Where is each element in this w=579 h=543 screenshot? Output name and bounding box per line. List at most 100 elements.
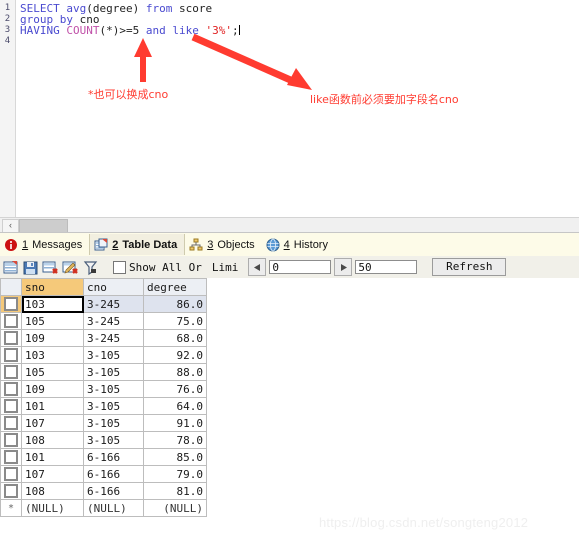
table-data-grid[interactable]: sno cno degree 103 3-245 86.0 105 3-245 75.0 1… [0, 278, 579, 543]
row-select-checkbox[interactable] [0, 482, 22, 500]
cell-sno[interactable]: 105 [21, 363, 84, 381]
cell-sno[interactable]: 107 [21, 414, 84, 432]
cell-cno[interactable]: 3-245 [83, 329, 144, 347]
table-body[interactable]: 103 3-245 86.0 105 3-245 75.0 109 3-245 68.0 103 3… [0, 295, 207, 517]
table-row[interactable]: 107 3-105 91.0 [0, 414, 207, 432]
cell-sno[interactable]: 105 [21, 312, 84, 330]
cell-sno[interactable]: 101 [21, 397, 84, 415]
cell-sno[interactable]: 109 [21, 329, 84, 347]
cell-sno[interactable]: 107 [21, 465, 84, 483]
new-record-marker[interactable]: * [0, 499, 22, 517]
show-all-checkbox[interactable] [113, 260, 126, 274]
cell-cno[interactable]: 6-166 [83, 448, 144, 466]
cell-cno[interactable]: 6-166 [83, 465, 144, 483]
column-header-cno[interactable]: cno [83, 278, 144, 296]
cell-cno[interactable]: 3-105 [83, 414, 144, 432]
checkbox-glyph [4, 399, 18, 413]
cell-degree[interactable]: 85.0 [143, 448, 207, 466]
table-row[interactable]: 101 3-105 64.0 [0, 397, 207, 415]
tab-label: History [293, 238, 328, 251]
row-select-checkbox[interactable] [0, 414, 22, 432]
cell-degree[interactable]: 75.0 [143, 312, 207, 330]
row-select-checkbox[interactable] [0, 329, 22, 347]
table-row[interactable]: 107 6-166 79.0 [0, 465, 207, 483]
form-view-icon[interactable] [2, 259, 19, 276]
table-row[interactable]: 105 3-245 75.0 [0, 312, 207, 330]
cell-cno[interactable]: 3-105 [83, 431, 144, 449]
cell-degree[interactable]: 86.0 [143, 295, 207, 313]
next-page-button[interactable] [334, 258, 353, 276]
new-cell-cno[interactable]: (NULL) [83, 499, 144, 517]
cell-degree[interactable]: 64.0 [143, 397, 207, 415]
cell-sno[interactable]: 108 [21, 431, 84, 449]
sql-editor-pane[interactable]: 1234 SELECT avg(degree) from score group … [0, 0, 579, 233]
scroll-left-icon[interactable]: ‹ [2, 219, 19, 232]
table-row[interactable]: 105 3-105 88.0 [0, 363, 207, 381]
cell-cno[interactable]: 3-245 [83, 295, 144, 313]
sql-line[interactable]: HAVING COUNT(*)>=5 and like '3%'; [20, 25, 240, 36]
result-tab-bar[interactable]: 1 Messages 2 Table Data 3 Objects 4 History [0, 233, 579, 257]
cell-degree[interactable]: 79.0 [143, 465, 207, 483]
cell-sno[interactable]: 109 [21, 380, 84, 398]
tab-table-data[interactable]: 2 Table Data [89, 234, 186, 255]
new-cell-sno[interactable]: (NULL) [21, 499, 84, 517]
row-select-checkbox[interactable] [0, 295, 22, 313]
cell-degree[interactable]: 91.0 [143, 414, 207, 432]
cell-cno[interactable]: 3-245 [83, 312, 144, 330]
table-data-toolbar[interactable]: Show All Or Limi 0 50 Refresh [0, 256, 579, 279]
cell-degree[interactable]: 68.0 [143, 329, 207, 347]
table-row[interactable]: 101 6-166 85.0 [0, 448, 207, 466]
filter-icon[interactable] [82, 259, 99, 276]
row-select-checkbox[interactable] [0, 465, 22, 483]
row-select-checkbox[interactable] [0, 431, 22, 449]
cell-cno[interactable]: 3-105 [83, 380, 144, 398]
line-number-gutter: 1234 [0, 0, 16, 232]
cell-degree[interactable]: 81.0 [143, 482, 207, 500]
cell-sno[interactable]: 108 [21, 482, 84, 500]
row-select-checkbox[interactable] [0, 346, 22, 364]
cell-cno[interactable]: 3-105 [83, 346, 144, 364]
delete-record-icon[interactable] [42, 259, 59, 276]
cell-sno[interactable]: 103 [21, 295, 84, 313]
editor-horizontal-scrollbar[interactable]: ‹ [0, 217, 579, 232]
cell-cno[interactable]: 3-105 [83, 363, 144, 381]
tab-messages[interactable]: 1 Messages [0, 234, 89, 255]
row-select-checkbox[interactable] [0, 380, 22, 398]
table-row[interactable]: 103 3-105 92.0 [0, 346, 207, 364]
cell-cno[interactable]: 3-105 [83, 397, 144, 415]
cell-degree[interactable]: 76.0 [143, 380, 207, 398]
tab-objects[interactable]: 3 Objects [185, 234, 261, 255]
scrollbar-thumb[interactable] [19, 219, 68, 232]
cell-sno[interactable]: 103 [21, 346, 84, 364]
row-select-checkbox[interactable] [0, 312, 22, 330]
sql-line[interactable] [20, 36, 240, 47]
column-header-sno[interactable]: sno [21, 278, 84, 296]
table-row[interactable]: 109 3-105 76.0 [0, 380, 207, 398]
table-row[interactable]: 103 3-245 86.0 [0, 295, 207, 313]
cell-degree[interactable]: 78.0 [143, 431, 207, 449]
save-record-icon[interactable] [22, 259, 39, 276]
row-select-checkbox[interactable] [0, 448, 22, 466]
cell-degree[interactable]: 92.0 [143, 346, 207, 364]
offset-input[interactable]: 0 [269, 260, 332, 274]
sql-code-area[interactable]: SELECT avg(degree) from score group by cn… [20, 3, 240, 47]
row-select-checkbox[interactable] [0, 397, 22, 415]
checkbox-glyph [4, 484, 18, 498]
column-header-degree[interactable]: degree [143, 278, 207, 296]
edit-record-icon[interactable] [62, 259, 79, 276]
cell-sno[interactable]: 101 [21, 448, 84, 466]
limit-input[interactable]: 50 [355, 260, 418, 274]
sql-token: from [145, 2, 179, 15]
cell-degree[interactable]: 88.0 [143, 363, 207, 381]
result-table[interactable]: sno cno degree 103 3-245 86.0 105 3-245 75.0 1… [0, 278, 207, 517]
previous-page-button[interactable] [248, 258, 267, 276]
new-record-row[interactable]: * (NULL) (NULL) (NULL) [0, 499, 207, 517]
new-cell-degree[interactable]: (NULL) [143, 499, 207, 517]
refresh-button[interactable]: Refresh [432, 258, 507, 276]
table-row[interactable]: 108 6-166 81.0 [0, 482, 207, 500]
cell-cno[interactable]: 6-166 [83, 482, 144, 500]
row-select-checkbox[interactable] [0, 363, 22, 381]
tab-history[interactable]: 4 History [262, 234, 335, 255]
table-row[interactable]: 108 3-105 78.0 [0, 431, 207, 449]
table-row[interactable]: 109 3-245 68.0 [0, 329, 207, 347]
